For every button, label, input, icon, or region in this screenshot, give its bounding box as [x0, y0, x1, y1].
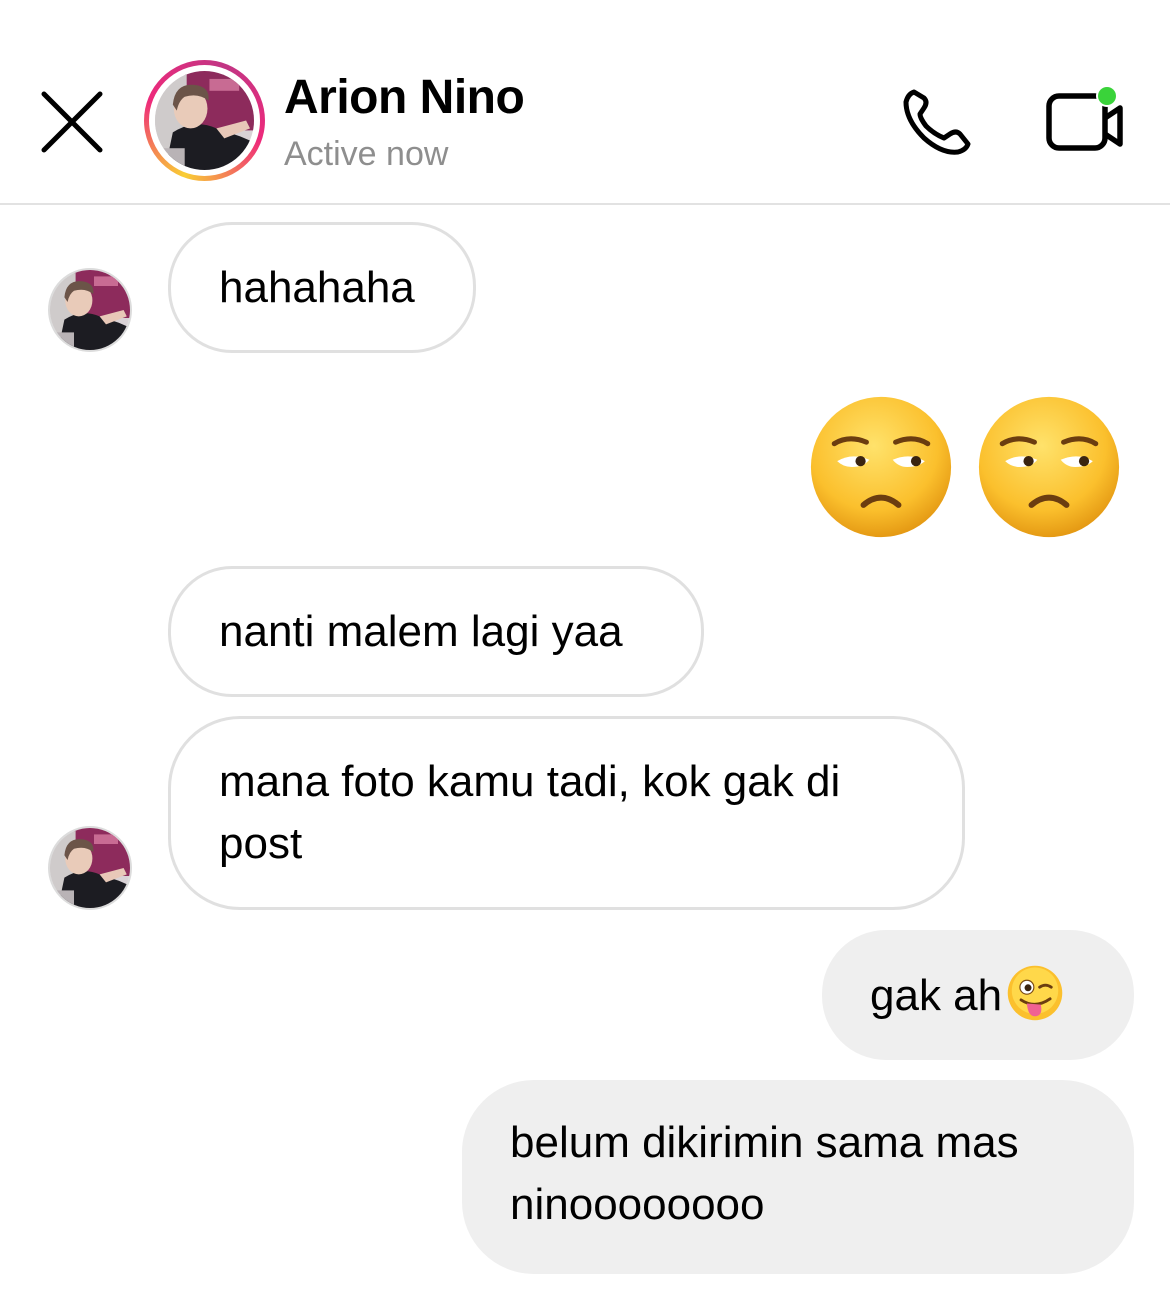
- close-icon[interactable]: [38, 88, 106, 156]
- outgoing-message[interactable]: gak ah: [822, 930, 1134, 1060]
- profile-avatar[interactable]: [144, 60, 265, 181]
- message-text-line: post: [219, 819, 303, 868]
- incoming-message[interactable]: nanti malem lagi yaa: [168, 566, 704, 697]
- outgoing-message[interactable]: belum dikirimin sama mas ninoooooooo: [462, 1080, 1134, 1274]
- message-text: gak ah: [870, 971, 1003, 1020]
- outgoing-emoji-message[interactable]: [800, 388, 1130, 546]
- sender-avatar[interactable]: [48, 268, 132, 352]
- avatar-image: [155, 71, 254, 170]
- online-indicator: [1098, 87, 1116, 105]
- chat-header: Arion Nino Active now: [0, 0, 1170, 205]
- winking-face-with-tongue-emoji: [1007, 965, 1063, 1021]
- incoming-message[interactable]: mana foto kamu tadi, kok gak di post: [168, 716, 965, 910]
- sender-avatar[interactable]: [48, 826, 132, 910]
- message-text-line: belum dikirimin sama mas: [510, 1118, 1019, 1167]
- video-camera-icon[interactable]: [1044, 84, 1126, 156]
- incoming-message[interactable]: hahahaha: [168, 222, 476, 353]
- message-text: hahahaha: [219, 263, 415, 312]
- phone-icon[interactable]: [900, 86, 974, 158]
- message-text-line: ninoooooooo: [510, 1180, 765, 1229]
- message-text-line: mana foto kamu tadi, kok gak di: [219, 757, 841, 806]
- active-status: Active now: [284, 135, 449, 173]
- contact-name[interactable]: Arion Nino: [284, 70, 525, 125]
- unamused-face-emoji: [976, 394, 1122, 540]
- message-text: nanti malem lagi yaa: [219, 607, 623, 656]
- unamused-face-emoji: [808, 394, 954, 540]
